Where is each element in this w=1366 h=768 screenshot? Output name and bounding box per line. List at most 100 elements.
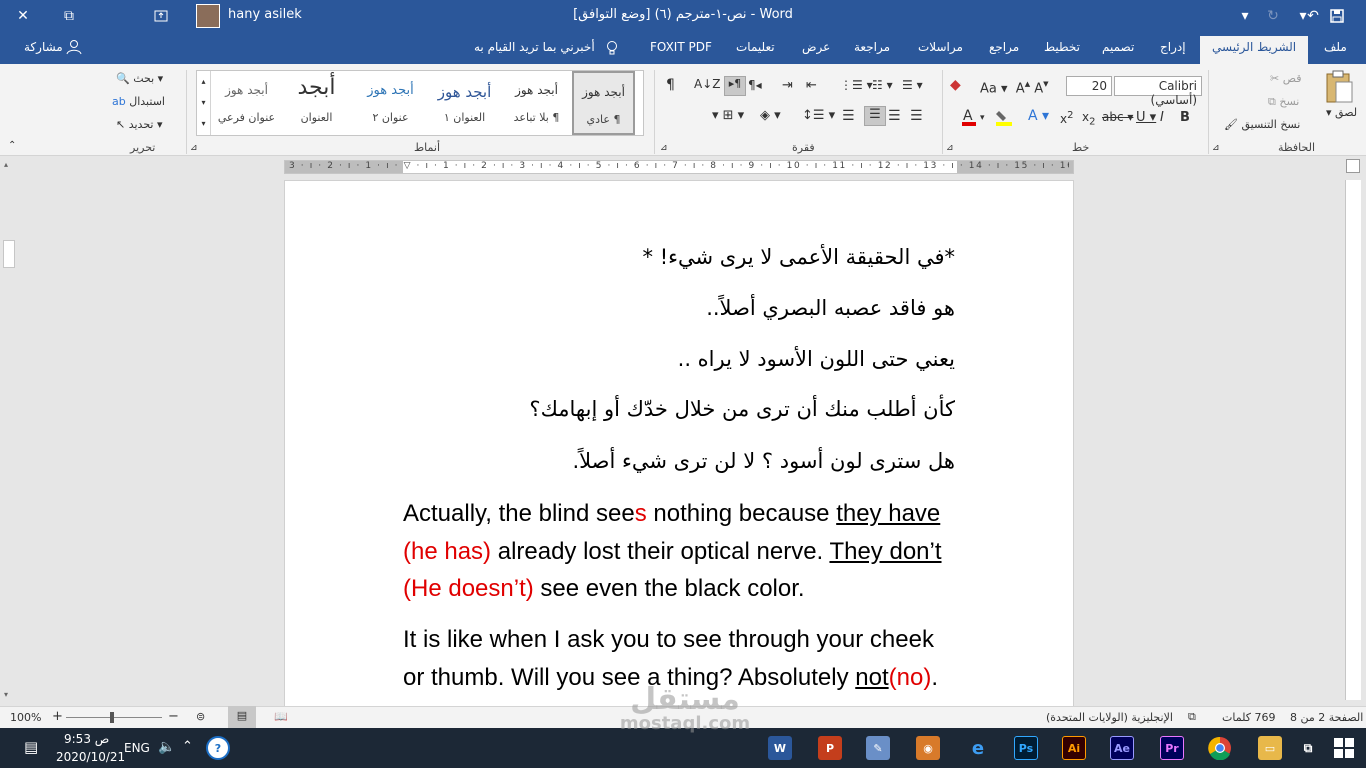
select-button[interactable]: ▾ تحديد ↖ (116, 118, 163, 131)
input-language[interactable]: ENG (124, 741, 150, 755)
align-center-icon[interactable]: ☰ (888, 108, 901, 124)
borders-icon[interactable]: ▾ ⊞ ▾ (712, 108, 744, 123)
page-number[interactable]: الصفحة 2 من 8 (1290, 711, 1363, 724)
styles-launcher-icon[interactable]: ⊿ (190, 143, 198, 153)
paste-button[interactable]: لصق ▾ (1326, 106, 1357, 119)
web-layout-icon[interactable]: ⊜ (196, 710, 205, 723)
clipboard-launcher-icon[interactable]: ⊿ (1212, 143, 1220, 153)
zoom-in-button[interactable]: − (168, 709, 179, 724)
edge-app-icon[interactable]: e (966, 736, 990, 760)
word-app-icon[interactable]: W (768, 736, 792, 760)
style-subtitle[interactable]: أبجد هوز عنوان فرعي (215, 71, 278, 135)
shading-icon[interactable]: ◈ ▾ (760, 108, 781, 123)
chrome-app-icon[interactable] (1208, 736, 1232, 760)
share-button[interactable]: مشاركة (24, 40, 63, 54)
bold-button[interactable]: B (1180, 110, 1190, 125)
text-effects-icon[interactable]: A ▾ (1028, 108, 1049, 124)
align-right-icon[interactable]: ☰ (910, 108, 923, 124)
tab-insert[interactable]: إدراج (1160, 40, 1186, 54)
language-status[interactable]: الإنجليزية (الولايات المتحدة) (1046, 711, 1173, 724)
copy-button[interactable]: نسخ ⧉ (1268, 95, 1299, 109)
text-direction-icon[interactable]: ¶◂ (748, 78, 762, 92)
gallery-scroll[interactable]: ▴ ▾ ▾ (197, 71, 211, 135)
paragraph-launcher-icon[interactable]: ⊿ (660, 143, 668, 153)
redo-icon[interactable]: ↻ (1262, 5, 1284, 27)
rtl-button[interactable]: ▸¶ (724, 76, 746, 96)
collapse-ribbon-icon[interactable]: ⌃ (8, 140, 16, 151)
ruler-toggle-icon[interactable] (1346, 159, 1360, 173)
left-scrollbar[interactable]: ▴ ▾ (0, 156, 18, 706)
bullets-icon[interactable]: ☰ ▾ (902, 78, 923, 92)
justify-icon[interactable]: ☰ (842, 108, 855, 124)
clear-formatting-icon[interactable]: ◆ (950, 77, 961, 93)
decrease-indent-icon[interactable]: ⇤ (806, 78, 817, 93)
style-heading-1[interactable]: أبجد هوز العنوان ١ (433, 71, 496, 135)
tab-design[interactable]: تصميم (1102, 40, 1134, 54)
format-painter-button[interactable]: نسخ التنسيق 🖌 (1224, 118, 1300, 131)
document-page[interactable]: *في الحقيقة الأعمى لا يرى شيء! * هو فاقد… (284, 180, 1074, 708)
style-normal[interactable]: أبجد هوز ¶ عادي (572, 71, 635, 135)
customize-qat-icon[interactable]: ▾ (1234, 5, 1256, 27)
start-button[interactable] (1334, 738, 1354, 761)
show-marks-icon[interactable]: ¶ (666, 77, 675, 93)
tab-foxit-pdf[interactable]: FOXIT PDF (650, 40, 712, 54)
word-count[interactable]: 769 كلمات (1222, 711, 1275, 724)
underline-button[interactable]: U ▾ (1136, 110, 1156, 125)
paint-app-icon[interactable]: ✎ (866, 736, 890, 760)
highlight-icon[interactable] (994, 108, 1014, 129)
tab-view[interactable]: عرض (802, 40, 830, 54)
show-hidden-icons[interactable]: ⌃ (182, 739, 193, 754)
taskbar-date[interactable]: 2020/10/21 (56, 750, 125, 764)
italic-button[interactable]: I (1160, 110, 1164, 125)
tab-references[interactable]: مراجع (989, 40, 1019, 54)
tab-layout[interactable]: تخطيط (1044, 40, 1080, 54)
font-color-icon[interactable]: A ▾ (960, 108, 988, 129)
subscript-button[interactable]: x2 (1082, 110, 1095, 127)
zoom-level[interactable]: 100% (10, 711, 41, 724)
photo-app-icon[interactable]: ◉ (916, 736, 940, 760)
style-no-spacing[interactable]: أبجد هوز ¶ بلا تباعد (505, 71, 568, 135)
task-view-icon[interactable]: ⧉ (1296, 736, 1320, 760)
user-icon[interactable] (66, 39, 82, 58)
save-icon[interactable] (1326, 5, 1348, 27)
line-spacing-icon[interactable]: ↕☰ ▾ (802, 108, 835, 123)
read-mode-icon[interactable]: 📖 (274, 710, 288, 723)
tab-home[interactable]: الشريط الرئيسي (1200, 36, 1309, 64)
strikethrough-button[interactable]: abc ▾ (1102, 110, 1133, 124)
font-size-buttons[interactable]: Aa ▾ A▴ A▾ (980, 77, 1049, 96)
file-explorer-app-icon[interactable]: ▭ (1258, 736, 1282, 760)
cut-button[interactable]: قص ✂ (1270, 72, 1301, 85)
increase-indent-icon[interactable]: ⇥ (782, 78, 793, 93)
notifications-icon[interactable]: ▤ (24, 738, 38, 756)
align-left-button[interactable]: ☰ (864, 106, 886, 126)
illustrator-app-icon[interactable]: Ai (1062, 736, 1086, 760)
taskbar-time[interactable]: 9:53 ص (64, 732, 109, 746)
zoom-out-button[interactable]: + (52, 709, 63, 724)
paste-icon[interactable] (1324, 70, 1354, 107)
replace-button[interactable]: استبدال ab (112, 95, 165, 108)
font-size-input[interactable]: 20 (1066, 76, 1112, 96)
tab-review[interactable]: مراجعة (854, 40, 890, 54)
style-heading-2[interactable]: أبجد هوز عنوان ٢ (359, 71, 422, 135)
tab-file[interactable]: ملف (1324, 40, 1347, 54)
numbering-icon[interactable]: ☷ ▾ (872, 78, 893, 92)
font-name-input[interactable]: Calibri (أساسي) (1114, 76, 1202, 107)
tab-help[interactable]: تعليمات (736, 40, 775, 54)
sort-icon[interactable]: A↓Z (694, 77, 720, 91)
after-effects-app-icon[interactable]: Ae (1110, 736, 1134, 760)
zoom-slider[interactable] (66, 712, 162, 723)
track-changes-icon[interactable]: ⧉ (1188, 710, 1196, 724)
tab-mailings[interactable]: مراسلات (918, 40, 963, 54)
premiere-app-icon[interactable]: Pr (1160, 736, 1184, 760)
find-button[interactable]: ▾ بحث 🔍 (116, 72, 163, 85)
powerpoint-app-icon[interactable]: P (818, 736, 842, 760)
multilevel-list-icon[interactable]: ⋮☰ ▾ (840, 78, 873, 92)
superscript-button[interactable]: x2 (1060, 110, 1073, 126)
undo-icon[interactable]: ↶ (1302, 5, 1324, 27)
volume-icon[interactable]: 🔈 (158, 739, 175, 755)
photoshop-app-icon[interactable]: Ps (1014, 736, 1038, 760)
font-launcher-icon[interactable]: ⊿ (946, 143, 954, 153)
style-title[interactable]: أبجد العنوان (285, 71, 348, 135)
help-icon[interactable]: ? (206, 736, 230, 760)
tell-me-input[interactable]: أخبرني بما تريد القيام به (474, 40, 595, 54)
